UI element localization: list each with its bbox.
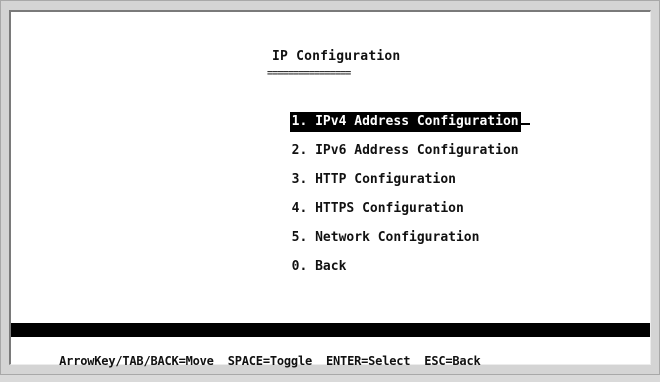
help-toggle: SPACE=Toggle (227, 354, 312, 368)
window-frame: IP Configuration ================ 1. IPv… (0, 0, 660, 375)
help-select: ENTER=Select (326, 354, 411, 368)
menu-item-label: 0. Back (291, 259, 347, 274)
menu-item-ipv4-address-configuration[interactable]: 1. IPv4 Address Configuration (227, 92, 530, 132)
menu-item-label: 1. IPv4 Address Configuration (289, 112, 521, 132)
page-title: IP Configuration (272, 49, 401, 64)
text-cursor (520, 123, 530, 125)
help-back: ESC=Back (424, 354, 481, 368)
menu-item-label: 4. HTTPS Configuration (291, 201, 464, 216)
menu-item-label: 5. Network Configuration (291, 230, 480, 245)
key-help-line: ArrowKey/TAB/BACK=Move SPACE=Toggle ENTER=… (17, 340, 495, 382)
menu-item-label: 3. HTTP Configuration (291, 172, 456, 187)
title-underline: ================ (267, 68, 351, 79)
menu-list: 1. IPv4 Address Configuration 2. IPv6 Ad… (227, 92, 530, 274)
terminal-screen: IP Configuration ================ 1. IPv… (9, 10, 651, 368)
status-bar (11, 323, 650, 337)
menu-item-label: 2. IPv6 Address Configuration (291, 143, 519, 158)
help-move: ArrowKey/TAB/BACK=Move (59, 354, 214, 368)
